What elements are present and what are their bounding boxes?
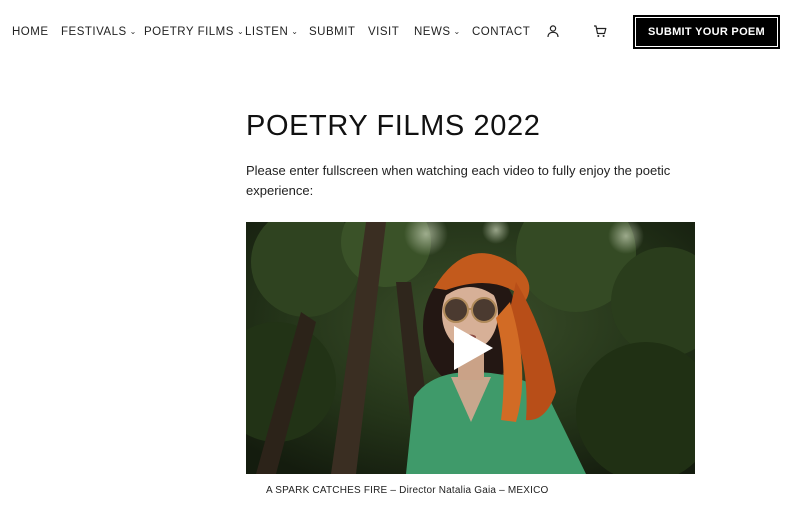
play-icon[interactable] [451,324,495,372]
nav-poetry-films-label: POETRY FILMS [144,26,234,38]
page-title: POETRY FILMS 2022 [246,110,541,142]
nav-submit-label: SUBMIT [309,26,356,38]
nav-contact[interactable]: CONTACT [472,25,530,39]
cart-button[interactable] [593,24,609,40]
nav-home[interactable]: HOME [12,25,49,39]
submit-your-poem-label: SUBMIT YOUR POEM [647,26,766,38]
chevron-down-icon: ⌄ [453,27,461,36]
video-caption: A SPARK CATCHES FIRE – Director Natalia … [266,485,549,496]
nav-visit-label: VISIT [368,26,400,38]
main-navigation: HOME FESTIVALS ⌄ POETRY FILMS ⌄ LISTEN ⌄ SU… [0,0,800,64]
nav-submit[interactable]: SUBMIT [309,25,355,39]
nav-poetry-films[interactable]: POETRY FILMS ⌄ [144,25,244,39]
nav-listen-label: LISTEN [245,26,289,38]
nav-news-label: NEWS [414,26,451,38]
nav-home-label: HOME [12,26,49,38]
chevron-down-icon: ⌄ [236,27,245,36]
video-player[interactable] [246,222,695,474]
nav-visit[interactable]: VISIT [368,25,399,39]
nav-news[interactable]: NEWS ⌄ [414,25,461,39]
submit-your-poem-button[interactable]: SUBMIT YOUR POEM [633,15,780,49]
account-button[interactable] [546,24,562,40]
nav-contact-label: CONTACT [472,26,531,38]
user-icon [547,25,559,38]
nav-festivals[interactable]: FESTIVALS ⌄ [61,25,137,39]
chevron-down-icon: ⌄ [291,27,299,36]
intro-text: Please enter fullscreen when watching ea… [246,163,671,198]
nav-listen[interactable]: LISTEN ⌄ [245,25,298,39]
chevron-down-icon: ⌄ [129,27,137,36]
nav-festivals-label: FESTIVALS [61,26,127,38]
cart-icon [594,25,607,37]
